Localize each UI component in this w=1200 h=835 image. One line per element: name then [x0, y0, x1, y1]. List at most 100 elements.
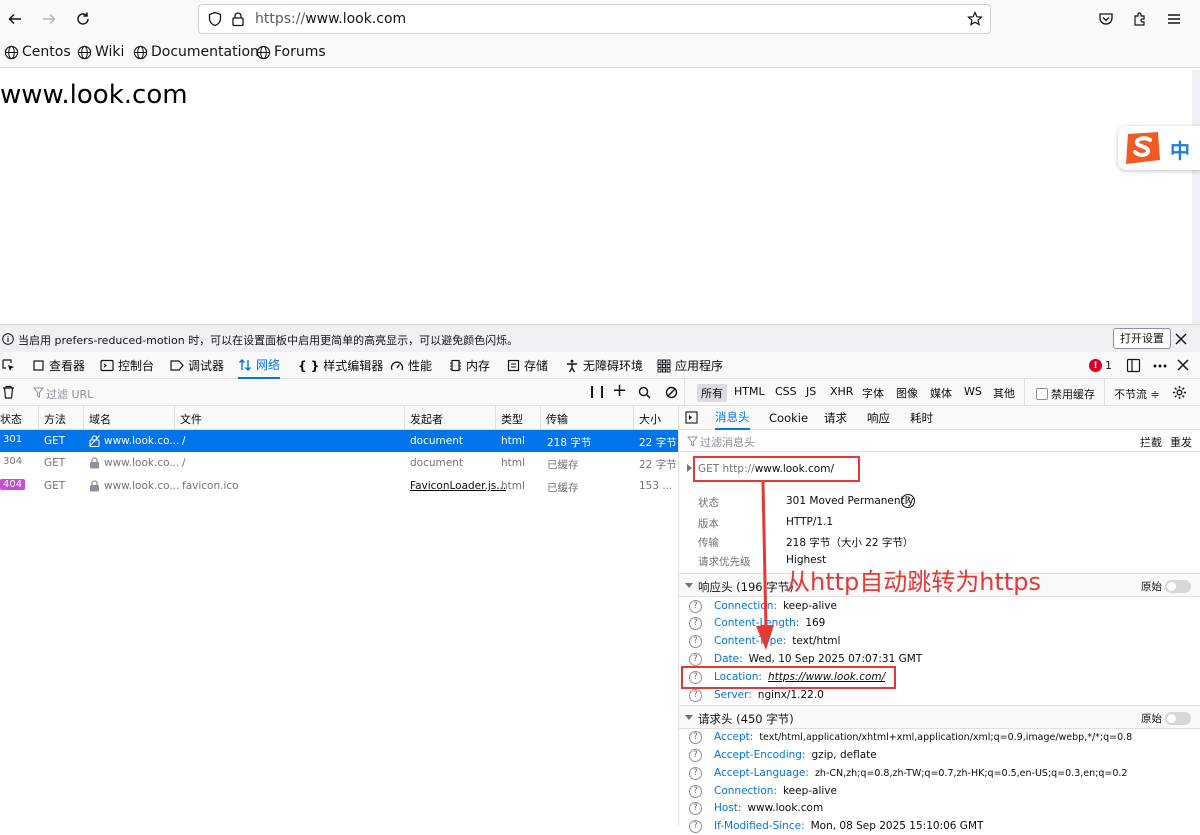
column-status[interactable]: 状态: [0, 411, 22, 427]
tab-application[interactable]: 应用程序: [657, 352, 723, 379]
url-filter-input[interactable]: 过滤 URL: [46, 386, 93, 402]
summary-key: 传输: [698, 537, 719, 549]
gear-icon[interactable]: [1172, 385, 1187, 400]
filter-type-other[interactable]: 其他: [993, 385, 1015, 401]
headers-filter-bar: 过滤消息头 拦截 重发: [679, 430, 1200, 452]
request-header-row[interactable]: ? Accept-Encoding: gzip, deflate: [689, 746, 877, 764]
column-type[interactable]: 类型: [501, 411, 523, 427]
dock-icon[interactable]: [1126, 358, 1141, 373]
raw-toggle[interactable]: [1165, 580, 1191, 593]
block-button[interactable]: 拦截: [1140, 434, 1162, 450]
error-counter[interactable]: ! 1: [1089, 359, 1112, 372]
tab-headers[interactable]: 消息头: [715, 406, 750, 430]
back-button[interactable]: [3, 7, 27, 31]
filter-type-image[interactable]: 图像: [896, 385, 918, 401]
tab-network[interactable]: 网络: [238, 352, 281, 379]
filter-type-font[interactable]: 字体: [862, 385, 884, 401]
table-row[interactable]: 301 GET www.look.co... / document html 2…: [0, 430, 678, 452]
request-initiator-link[interactable]: FaviconLoader.js...: [410, 480, 506, 492]
pause-icon[interactable]: ❙❙: [587, 384, 607, 398]
column-initiator[interactable]: 发起者: [410, 411, 443, 427]
extensions-button[interactable]: [1128, 7, 1152, 31]
column-transferred[interactable]: 传输: [546, 411, 568, 427]
tab-style-editor[interactable]: { } 样式编辑器: [298, 352, 383, 379]
filter-type-xhr[interactable]: XHR: [830, 385, 853, 398]
disable-cache-checkbox[interactable]: 禁用缓存: [1036, 386, 1095, 402]
lock-icon: [90, 480, 99, 492]
bookmark-forums[interactable]: Forums: [256, 44, 326, 60]
column-file[interactable]: 文件: [180, 411, 202, 427]
tab-storage[interactable]: 存储: [507, 352, 548, 379]
column-domain[interactable]: 域名: [89, 411, 111, 427]
request-header-row[interactable]: ? Accept: text/html,application/xhtml+xml,…: [689, 728, 1132, 746]
close-icon[interactable]: [1175, 333, 1187, 345]
request-header-row[interactable]: ? Host: www.look.com: [689, 799, 823, 817]
tab-debugger[interactable]: 调试器: [170, 352, 224, 379]
tab-accessibility[interactable]: 无障碍环境: [565, 352, 643, 379]
help-icon[interactable]: ?: [901, 494, 915, 508]
request-header-row[interactable]: ? Accept-Language: zh-CN,zh;q=0.8,zh-TW;q=…: [689, 764, 1127, 782]
help-icon: ?: [689, 819, 702, 833]
filter-type-ws[interactable]: WS: [964, 385, 982, 398]
request-header-row[interactable]: ? If-Modified-Since: Mon, 08 Sep 2025 15:1…: [689, 817, 983, 835]
bookmark-documentation[interactable]: Documentation: [133, 44, 259, 60]
help-icon: ?: [689, 730, 702, 744]
tab-label: 无障碍环境: [583, 359, 644, 373]
address-bar[interactable]: https://www.look.com: [198, 4, 991, 34]
column-size[interactable]: 大小: [639, 411, 661, 427]
add-icon[interactable]: +: [612, 380, 627, 401]
bookmark-centos[interactable]: Centos: [4, 44, 71, 60]
open-settings-button[interactable]: 打开设置: [1113, 328, 1171, 349]
reload-button[interactable]: [71, 7, 95, 31]
headers-filter-input[interactable]: 过滤消息头: [700, 434, 755, 450]
url-text[interactable]: https://www.look.com: [255, 11, 406, 27]
pocket-button[interactable]: [1094, 7, 1118, 31]
star-icon[interactable]: [967, 11, 983, 27]
search-icon[interactable]: [638, 386, 651, 399]
panel-splitter[interactable]: [678, 406, 679, 826]
filter-type-media[interactable]: 媒体: [930, 385, 952, 401]
close-devtools-icon[interactable]: [1177, 359, 1189, 371]
bookmark-label: Forums: [274, 44, 326, 60]
filter-type-css[interactable]: CSS: [775, 385, 797, 398]
filter-type-js[interactable]: JS: [806, 385, 816, 398]
request-headers-section[interactable]: 请求头 (450 字节) 原始: [679, 705, 1200, 729]
request-method: GET: [44, 480, 66, 492]
filter-type-html[interactable]: HTML: [734, 385, 765, 398]
trash-icon[interactable]: [2, 385, 15, 399]
more-options-icon[interactable]: [1152, 359, 1168, 373]
inspector-icon: [33, 360, 44, 371]
tab-cookies[interactable]: Cookie: [769, 406, 808, 430]
block-icon[interactable]: [665, 386, 678, 399]
element-picker-icon[interactable]: [2, 359, 16, 373]
menu-button[interactable]: [1162, 7, 1186, 31]
column-divider: [83, 406, 84, 430]
lock-icon[interactable]: [230, 11, 246, 27]
request-size: 22 字节: [639, 437, 677, 449]
raw-toggle[interactable]: [1165, 712, 1191, 725]
resend-button[interactable]: 重发: [1170, 434, 1192, 450]
caret-down-icon: [685, 715, 693, 720]
page-scrollbar[interactable]: [1192, 70, 1200, 325]
column-method[interactable]: 方法: [44, 411, 66, 427]
tab-memory[interactable]: 内存: [449, 352, 490, 379]
tab-request[interactable]: 请求: [824, 406, 847, 430]
bookmark-wiki[interactable]: Wiki: [77, 44, 124, 60]
tab-console[interactable]: 控制台: [100, 352, 154, 379]
forward-button[interactable]: [37, 7, 61, 31]
throttle-select[interactable]: 不节流 ≑: [1114, 386, 1160, 402]
ime-widget[interactable]: 中: [1118, 126, 1200, 170]
storage-icon: [507, 359, 520, 372]
tab-timings[interactable]: 耗时: [910, 406, 933, 430]
bookmark-label: Centos: [22, 44, 71, 60]
tab-inspector[interactable]: 查看器: [32, 352, 85, 379]
table-row[interactable]: 304 GET www.look.co... / document html 已…: [0, 452, 678, 474]
table-row[interactable]: 404 GET www.look.co... favicon.ico Favic…: [0, 475, 678, 497]
request-header-row[interactable]: ? Connection: keep-alive: [689, 782, 837, 800]
tab-response[interactable]: 响应: [867, 406, 890, 430]
shield-icon[interactable]: [207, 11, 223, 27]
column-divider: [38, 406, 39, 430]
filter-type-all[interactable]: 所有: [697, 384, 727, 402]
toggle-sidebar-icon[interactable]: [685, 411, 698, 424]
tab-performance[interactable]: 性能: [390, 352, 432, 379]
